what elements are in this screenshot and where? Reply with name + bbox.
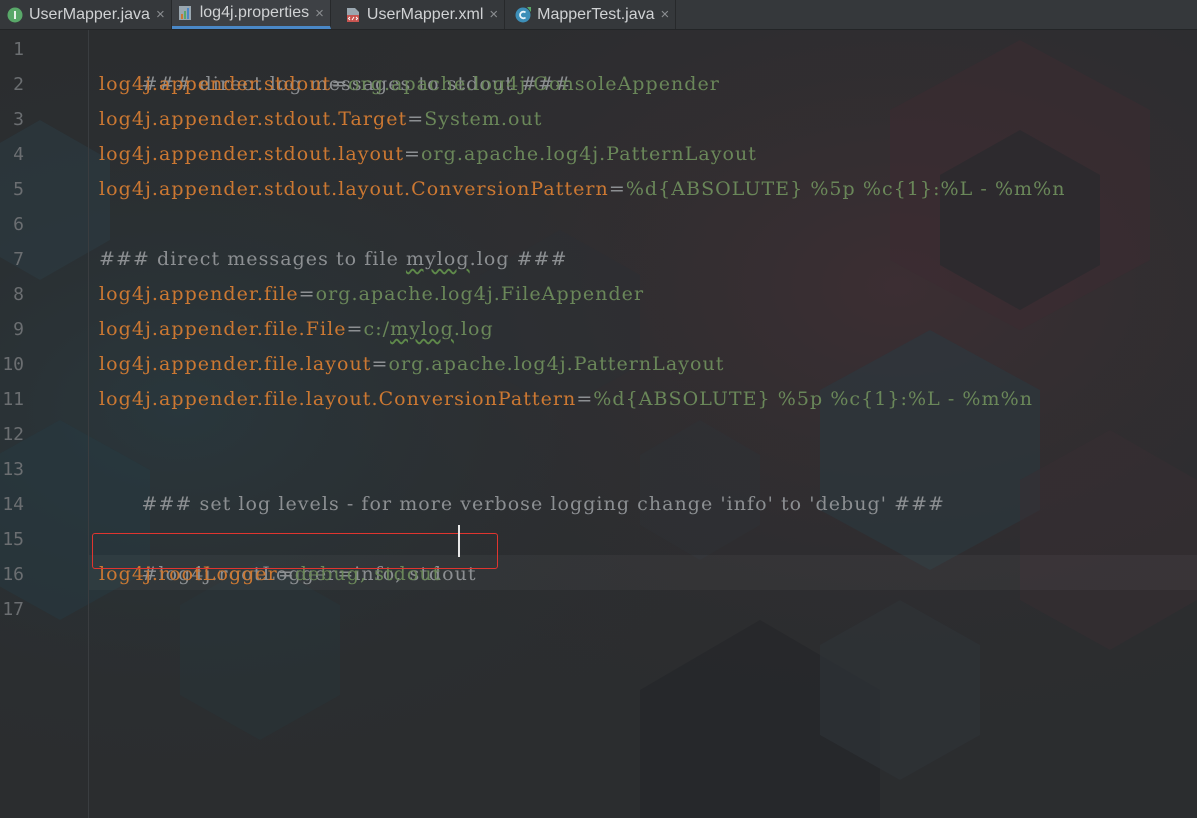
property-key: log4j.appender.stdout.Target	[99, 108, 408, 130]
interface-icon	[7, 7, 23, 22]
close-icon[interactable]: ×	[315, 5, 324, 22]
comment-text: ### set log levels - for more verbose lo…	[141, 493, 946, 515]
code-line: log4j.appender.file.layout.ConversionPat…	[99, 382, 1033, 417]
class-icon	[515, 6, 532, 22]
property-value: org.apache.log4j.PatternLayout	[421, 143, 757, 165]
close-icon[interactable]: ×	[156, 6, 165, 23]
spellcheck-word: mylog	[405, 248, 470, 270]
code-line: log4j.appender.stdout=org.apache.log4j.C…	[99, 67, 720, 102]
property-key: log4j.appender.file.layout	[99, 353, 372, 375]
equals-sign: =	[298, 283, 316, 305]
line-number: 8	[13, 284, 24, 305]
property-key: log4j.appender.stdout	[99, 73, 332, 95]
text-caret	[458, 525, 460, 557]
code-line: log4j.appender.stdout.layout=org.apache.…	[99, 137, 757, 172]
line-number: 5	[13, 179, 24, 200]
close-icon[interactable]: ×	[489, 6, 498, 23]
code-line: ### direct log messages to stdout ###	[99, 32, 572, 95]
property-value: %d{ABSOLUTE} %5p %c{1}:%L - %m%n	[625, 178, 1066, 200]
line-number: 9	[13, 319, 24, 340]
code-line: ### set log levels - for more verbose lo…	[99, 452, 945, 515]
property-value: org.apache.log4j.FileAppender	[315, 283, 645, 305]
line-number: 2	[13, 74, 24, 95]
line-number-gutter: 1 2 3 4 5 6 7 8 9 10 11 12 13 14 15 16 1…	[0, 30, 89, 818]
line-number: 14	[2, 494, 24, 515]
property-key: log4j.appender.stdout.layout.ConversionP…	[99, 178, 609, 200]
property-value: org.apache.log4j.PatternLayout	[388, 353, 725, 375]
tab-label: UserMapper.xml	[366, 5, 484, 23]
equals-sign: =	[371, 353, 389, 375]
property-value: .log	[453, 318, 494, 340]
close-icon[interactable]: ×	[661, 6, 670, 23]
property-key: log4j.appender.file.layout.ConversionPat…	[99, 388, 577, 410]
property-key: log4j.appender.stdout.layout	[99, 143, 405, 165]
property-value: %d{ABSOLUTE} %5p %c{1}:%L - %m%n	[593, 388, 1033, 410]
tab-mappertest-java[interactable]: MapperTest.java ×	[505, 0, 677, 29]
code-line: ### direct messages to file mylog.log ##…	[99, 242, 568, 277]
property-key: log4j.appender.file	[99, 283, 299, 305]
line-number: 10	[2, 354, 24, 375]
tab-label: MapperTest.java	[537, 5, 655, 23]
equals-sign: =	[331, 73, 349, 95]
spellcheck-word: mylog	[390, 318, 454, 340]
equals-sign: =	[404, 143, 422, 165]
code-line: log4j.appender.stdout.Target=System.out	[99, 102, 542, 137]
tab-log4j-properties[interactable]: log4j.properties ×	[171, 0, 331, 29]
line-number: 16	[2, 564, 24, 585]
properties-file-icon	[178, 6, 191, 20]
line-number: 6	[13, 214, 24, 235]
comment-text: .log ###	[469, 248, 568, 270]
equals-sign: =	[407, 108, 425, 130]
line-number: 15	[2, 529, 24, 550]
line-number: 3	[13, 109, 24, 130]
tab-label: UserMapper.java	[29, 5, 150, 23]
tab-usermapper-java[interactable]: UserMapper.java ×	[0, 0, 172, 29]
code-line: log4j.appender.file.File=c:/mylog.log	[99, 312, 494, 347]
code-line: log4j.appender.file.layout=org.apache.lo…	[99, 347, 724, 382]
property-value: System.out	[424, 108, 543, 130]
editor-tab-bar: UserMapper.java × log4j.properties × Use…	[0, 0, 1197, 30]
ide-window: UserMapper.java × log4j.properties × Use…	[0, 0, 1197, 818]
line-number: 4	[13, 144, 24, 165]
code-line: log4j.appender.stdout.layout.ConversionP…	[99, 172, 1066, 207]
property-value: org.apache.log4j.ConsoleAppender	[348, 73, 720, 95]
equals-sign: =	[576, 388, 594, 410]
tab-label: log4j.properties	[199, 4, 310, 21]
line-number: 7	[13, 249, 24, 270]
xml-file-icon	[346, 7, 359, 22]
property-value: c:/	[363, 318, 391, 340]
code-editor[interactable]: 1 2 3 4 5 6 7 8 9 10 11 12 13 14 15 16 1…	[0, 30, 1197, 818]
equals-sign: =	[608, 178, 626, 200]
comment-text: ### direct messages to file	[99, 248, 406, 270]
property-key: log4j.appender.file.File	[99, 318, 347, 340]
equals-sign: =	[346, 318, 364, 340]
annotation-highlight-box	[92, 533, 498, 569]
line-number: 1	[13, 39, 24, 60]
line-number: 11	[2, 389, 24, 410]
line-number: 17	[2, 599, 24, 620]
line-number: 13	[2, 459, 24, 480]
tab-usermapper-xml[interactable]: UserMapper.xml ×	[331, 0, 506, 29]
code-line: log4j.appender.file=org.apache.log4j.Fil…	[99, 277, 644, 312]
line-number: 12	[2, 424, 24, 445]
